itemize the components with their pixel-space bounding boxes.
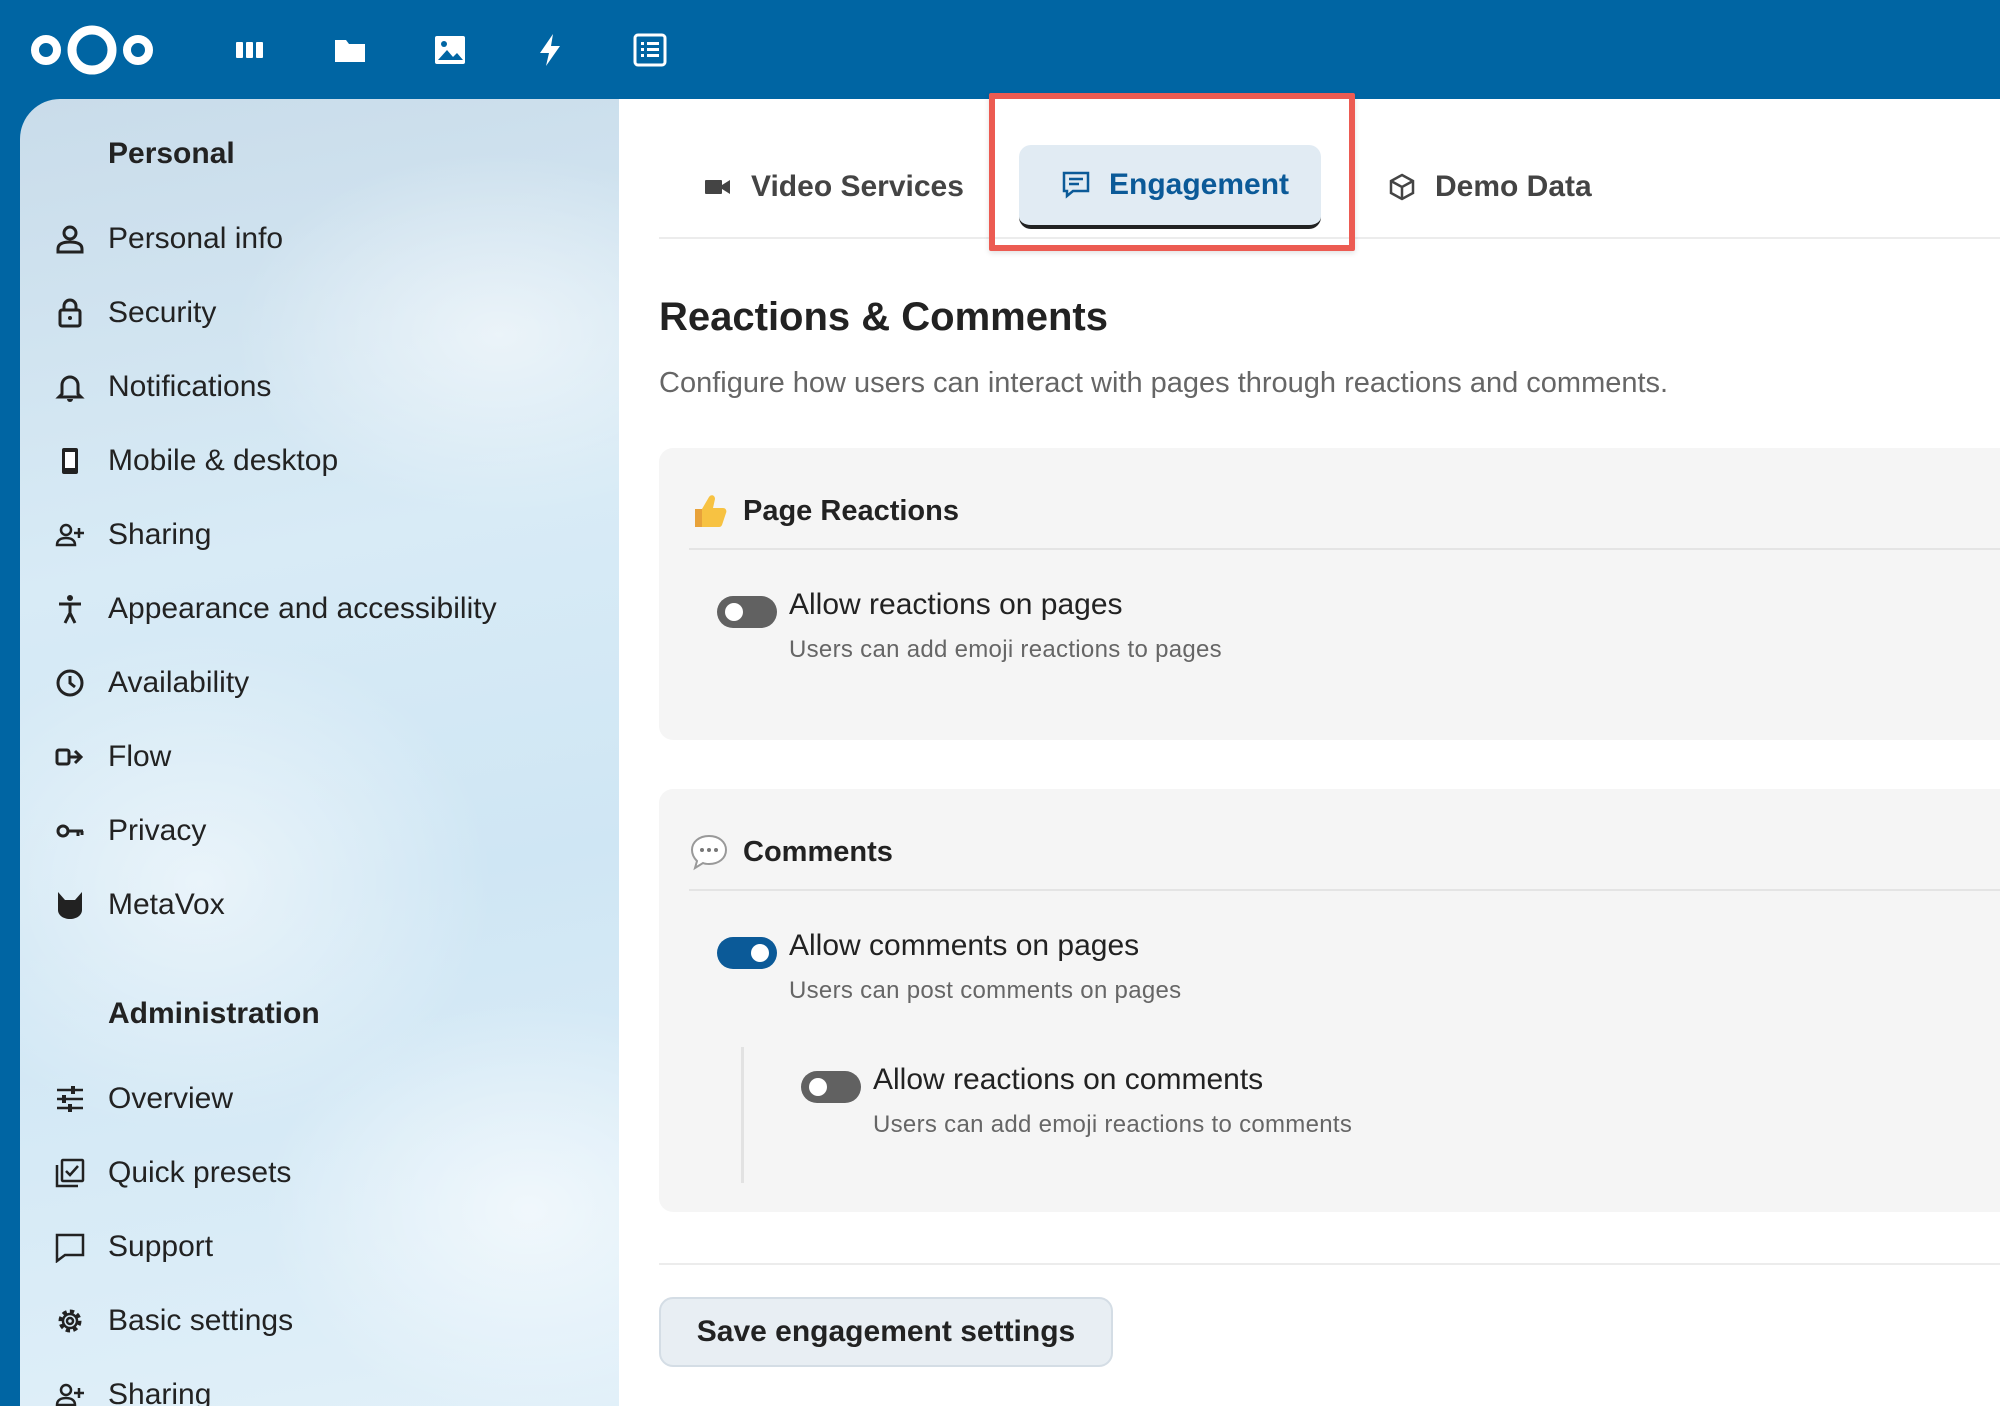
metavox-icon xyxy=(50,885,90,925)
cube-icon xyxy=(1389,173,1415,201)
save-engagement-settings-button[interactable]: Save engagement settings xyxy=(659,1297,1113,1367)
page-title: Reactions & Comments xyxy=(659,295,1108,339)
sidebar-item-mobile-desktop[interactable]: Mobile & desktop xyxy=(20,427,619,495)
video-icon xyxy=(705,180,730,194)
comment-icon xyxy=(1062,171,1090,199)
sidebar-item-notifications[interactable]: Notifications xyxy=(20,353,619,421)
sliders-icon xyxy=(50,1079,90,1119)
toggle-knob xyxy=(725,603,743,621)
tab-demo-data[interactable]: Demo Data xyxy=(1387,145,1592,229)
sidebar-item-privacy[interactable]: Privacy xyxy=(20,797,619,865)
folder-icon[interactable] xyxy=(324,24,376,76)
personal-heading: Personal xyxy=(108,137,235,170)
lock-icon xyxy=(50,293,90,333)
page-description: Configure how users can interact with pa… xyxy=(659,367,1669,399)
sidebar-item-label: Privacy xyxy=(108,814,207,847)
option-help: Users can post comments on pages xyxy=(789,977,1182,1004)
speech-bubble-emoji xyxy=(690,834,728,871)
comments-card: Comments Allow comments on pages Users c… xyxy=(659,789,2000,1212)
tab-label: Demo Data xyxy=(1435,170,1592,203)
image-icon[interactable] xyxy=(424,24,476,76)
sidebar-item-availability[interactable]: Availability xyxy=(20,649,619,717)
toggle-knob xyxy=(809,1078,827,1096)
checklist-icon xyxy=(50,1153,90,1193)
user-icon xyxy=(50,219,90,259)
sidebar-item-flow[interactable]: Flow xyxy=(20,723,619,791)
share-user-icon xyxy=(50,1375,90,1406)
main-content: Video Services Engagement Demo Data Reac… xyxy=(619,93,2000,1406)
clock-icon xyxy=(50,663,90,703)
card-divider xyxy=(689,548,2000,550)
tab-label: Engagement xyxy=(1109,168,1290,201)
flow-icon xyxy=(50,737,90,777)
sidebar-item-label: Notifications xyxy=(108,370,272,403)
sidebar-item-label: Sharing xyxy=(108,518,212,551)
tabs-divider xyxy=(659,237,2000,239)
allow-reactions-pages-toggle[interactable] xyxy=(717,596,777,628)
sidebar-item-support[interactable]: Support xyxy=(20,1213,619,1281)
sidebar-item-admin-sharing[interactable]: Sharing xyxy=(20,1361,619,1406)
footer-divider xyxy=(659,1263,2000,1265)
sidebar-item-label: Sharing xyxy=(108,1378,212,1406)
card-header: Page Reactions xyxy=(689,486,959,536)
key-icon xyxy=(50,811,90,851)
sidebar-item-label: Security xyxy=(108,296,217,329)
option-label: Allow comments on pages xyxy=(789,929,1140,962)
toggle-knob xyxy=(751,944,769,962)
sidebar-item-sharing[interactable]: Sharing xyxy=(20,501,619,569)
sidebar-item-label: Personal info xyxy=(108,222,284,255)
sidebar-item-personal-info[interactable]: Personal info xyxy=(20,205,619,273)
support-icon xyxy=(50,1227,90,1267)
option-label: Allow reactions on pages xyxy=(789,588,1123,621)
gear-icon xyxy=(50,1301,90,1341)
option-help: Users can add emoji reactions to pages xyxy=(789,636,1222,663)
tab-engagement[interactable]: Engagement xyxy=(1019,145,1321,229)
tab-video-services[interactable]: Video Services xyxy=(703,145,964,229)
top-header xyxy=(0,0,2000,99)
list-icon[interactable] xyxy=(624,24,676,76)
sidebar-item-label: Overview xyxy=(108,1082,234,1115)
lightning-icon[interactable] xyxy=(524,24,576,76)
thumbs-up-emoji xyxy=(695,495,727,527)
option-label: Allow reactions on comments xyxy=(873,1063,1264,1096)
sidebar-item-label: MetaVox xyxy=(108,888,225,921)
dashboard-icon[interactable] xyxy=(224,24,276,76)
card-header: Comments xyxy=(689,827,893,877)
sidebar-item-overview[interactable]: Overview xyxy=(20,1065,619,1133)
sidebar-item-security[interactable]: Security xyxy=(20,279,619,347)
card-title: Comments xyxy=(743,835,893,868)
sidebar-item-appearance[interactable]: Appearance and accessibility xyxy=(20,575,619,643)
share-user-icon xyxy=(50,515,90,555)
sidebar-item-basic-settings[interactable]: Basic settings xyxy=(20,1287,619,1355)
tab-label: Video Services xyxy=(751,170,964,203)
administration-heading: Administration xyxy=(108,997,320,1030)
option-help: Users can add emoji reactions to comment… xyxy=(873,1111,1353,1138)
accessibility-icon xyxy=(50,589,90,629)
sidebar-item-label: Quick presets xyxy=(108,1156,292,1189)
sidebar-item-label: Support xyxy=(108,1230,214,1263)
sidebar-item-label: Flow xyxy=(108,740,172,773)
allow-reactions-comments-toggle[interactable] xyxy=(801,1071,861,1103)
sidebar-item-label: Basic settings xyxy=(108,1304,294,1337)
sidebar-item-metavox[interactable]: MetaVox xyxy=(20,871,619,939)
nested-option-rule xyxy=(741,1047,744,1183)
card-divider xyxy=(689,889,2000,891)
sidebar-item-label: Availability xyxy=(108,666,250,699)
sidebar-item-label: Appearance and accessibility xyxy=(108,592,497,625)
page-reactions-card: Page Reactions Allow reactions on pages … xyxy=(659,448,2000,740)
phone-icon xyxy=(50,441,90,481)
sidebar-item-label: Mobile & desktop xyxy=(108,444,339,477)
bell-icon xyxy=(50,367,90,407)
allow-comments-pages-toggle[interactable] xyxy=(717,937,777,969)
sidebar-item-quick-presets[interactable]: Quick presets xyxy=(20,1139,619,1207)
nextcloud-logo[interactable] xyxy=(30,22,156,78)
card-title: Page Reactions xyxy=(743,494,959,527)
settings-sidebar: Personal Personal info Security Notifica… xyxy=(20,99,619,1406)
